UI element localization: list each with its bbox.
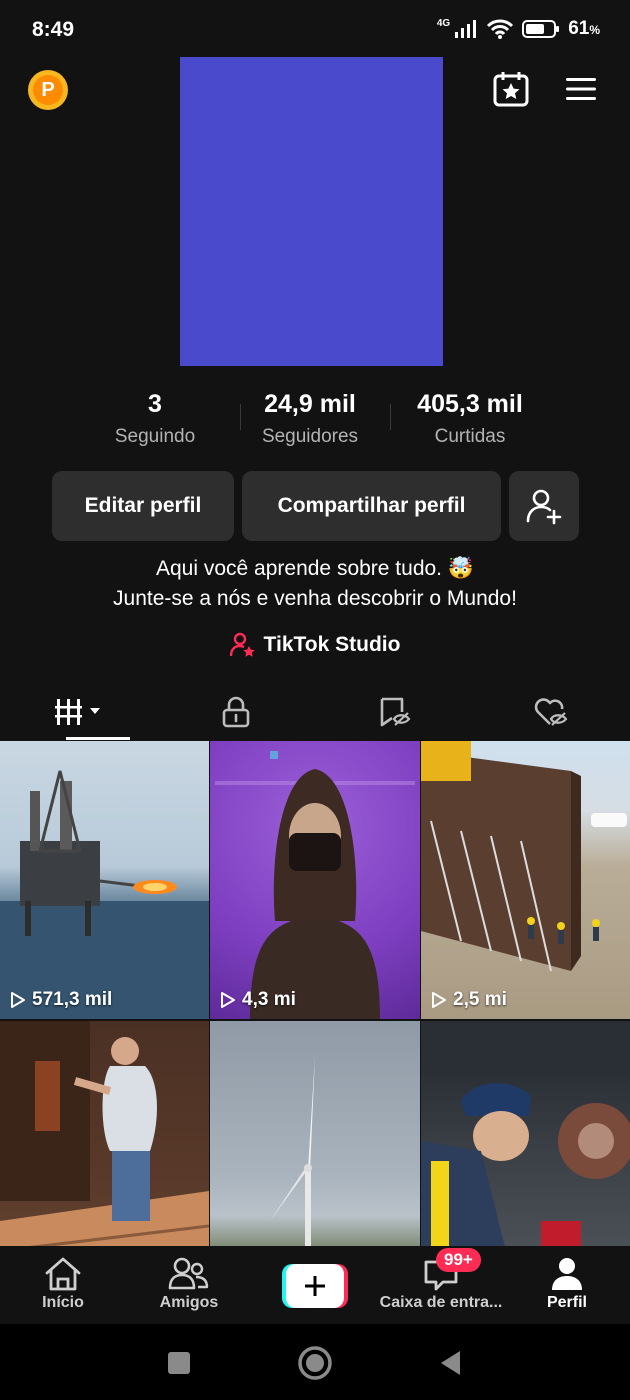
profile-avatar[interactable]: [180, 57, 443, 366]
oil-rig-image: [0, 770, 209, 1019]
coin-icon: P: [33, 75, 63, 105]
stat-followers[interactable]: 24,9 mil Seguidores: [235, 388, 385, 448]
wall-construction-image: [421, 741, 627, 972]
tab-private[interactable]: [158, 686, 316, 738]
video-thumbnail[interactable]: 4,3 mi: [210, 741, 420, 1019]
nav-create[interactable]: [252, 1246, 378, 1324]
tab-active-indicator: [66, 737, 130, 740]
following-label: Seguindo: [114, 426, 196, 447]
coins-button[interactable]: P: [28, 70, 68, 110]
system-navigation-bar: [0, 1324, 630, 1400]
nav-profile-label: Perfil: [546, 1294, 587, 1311]
profile-tabs: [0, 686, 630, 738]
followers-count: 24,9 mil: [264, 390, 356, 418]
stat-likes[interactable]: 405,3 mil Curtidas: [400, 388, 540, 448]
menu-icon[interactable]: [564, 74, 598, 104]
video-grid: 571,3 mil 4,3 mi 2,5 mi: [0, 741, 630, 1299]
view-count: 4,3 mi: [220, 989, 296, 1011]
followers-label: Seguidores: [261, 426, 359, 447]
video-thumbnail[interactable]: 571,3 mil: [0, 741, 209, 1019]
profile-icon: [552, 1258, 582, 1290]
inbox-badge: 99+: [436, 1248, 481, 1272]
wifi-icon: [487, 19, 514, 39]
nav-home[interactable]: Início: [0, 1246, 126, 1324]
signal-icon: [455, 20, 477, 38]
studio-label: TikTok Studio: [263, 633, 401, 656]
nav-inbox-label: Caixa de entra...: [379, 1294, 503, 1311]
lock-icon: [222, 696, 250, 728]
nav-profile[interactable]: Perfil: [504, 1246, 630, 1324]
home-icon: [45, 1257, 81, 1291]
studio-icon: [229, 632, 255, 657]
likes-label: Curtidas: [434, 426, 506, 447]
bio-line: Junte-se a nós e venha descobrir o Mundo…: [113, 587, 517, 610]
share-profile-button[interactable]: Compartilhar perfil: [242, 471, 501, 541]
stat-following[interactable]: 3 Seguindo: [90, 388, 220, 448]
stat-divider: [390, 404, 391, 430]
profile-stats: 3 Seguindo 24,9 mil Seguidores 405,3 mil…: [90, 388, 540, 448]
tab-videos[interactable]: [0, 686, 158, 738]
calendar-star-icon[interactable]: [492, 70, 530, 108]
bottom-navigation: Início Amigos Caixa de entra... Perfil: [0, 1246, 630, 1324]
network-type: 4G: [436, 17, 451, 29]
friends-icon: [168, 1257, 209, 1290]
battery-percent: 61%: [568, 18, 600, 39]
heart-hidden-icon: [535, 698, 568, 726]
bookmark-hidden-icon: [380, 697, 411, 727]
grid-videos-icon: [54, 699, 100, 725]
view-count: 2,5 mi: [431, 989, 507, 1011]
status-icons: 4G 61%: [437, 18, 600, 40]
tab-saved[interactable]: [315, 686, 473, 738]
battery-icon: [522, 20, 560, 38]
add-friend-button[interactable]: [509, 471, 579, 541]
profile-bio: Aqui você aprende sobre tudo. 🤯 Junte-se…: [0, 554, 630, 614]
likes-count: 405,3 mil: [417, 390, 523, 418]
recents-icon[interactable]: [167, 1351, 191, 1375]
plus-icon: [305, 1276, 325, 1296]
tiktok-studio-link[interactable]: TikTok Studio: [0, 632, 630, 658]
stat-divider: [240, 404, 241, 430]
edit-profile-button[interactable]: Editar perfil: [52, 471, 234, 541]
add-user-icon: [526, 489, 562, 525]
back-icon[interactable]: [438, 1349, 462, 1377]
play-icon: [432, 992, 446, 1008]
play-icon: [11, 992, 25, 1008]
nav-friends-label: Amigos: [159, 1294, 219, 1311]
following-count: 3: [148, 390, 162, 418]
tab-liked[interactable]: [473, 686, 630, 738]
create-button[interactable]: [282, 1264, 348, 1308]
bio-line: Aqui você aprende sobre tudo. 🤯: [155, 557, 474, 580]
video-thumbnail[interactable]: 2,5 mi: [421, 741, 630, 1019]
home-circle-icon[interactable]: [297, 1345, 333, 1381]
presenter-image: [215, 751, 415, 1019]
status-time: 8:49: [32, 18, 75, 41]
play-icon: [221, 992, 235, 1008]
view-count: 571,3 mil: [10, 989, 112, 1011]
nav-friends[interactable]: Amigos: [126, 1246, 252, 1324]
nav-home-label: Início: [42, 1294, 84, 1311]
